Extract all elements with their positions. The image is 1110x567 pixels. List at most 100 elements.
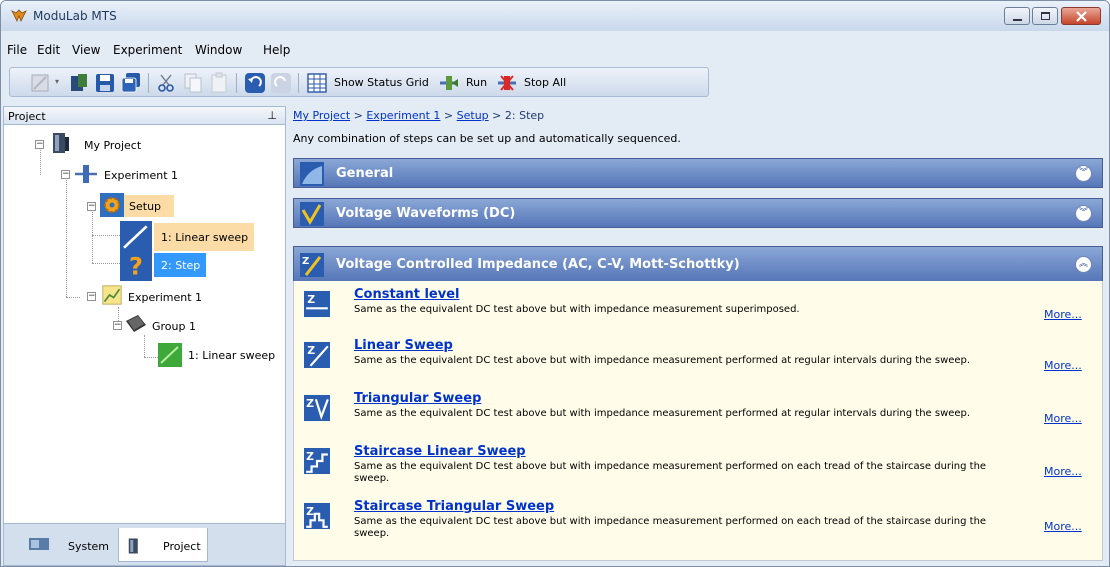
open-icon[interactable]	[68, 72, 90, 94]
linear-sweep-link[interactable]: Linear Sweep	[354, 338, 453, 353]
tree-line	[144, 357, 158, 358]
item-description: Same as the equivalent DC test above but…	[354, 408, 971, 419]
menu-window[interactable]: Window	[195, 43, 242, 57]
breadcrumb-experiment-1[interactable]: Experiment 1	[366, 109, 440, 122]
menu-help[interactable]: Help	[263, 43, 290, 57]
tree-node-step-2[interactable]: 2: Step	[161, 259, 200, 272]
impedance-icon: Z	[300, 253, 324, 277]
breadcrumb-setup[interactable]: Setup	[457, 109, 489, 122]
section-general[interactable]: General ︾	[293, 158, 1103, 188]
close-button[interactable]	[1061, 7, 1101, 25]
tree-line	[66, 297, 80, 298]
more-link[interactable]: More...	[1044, 359, 1082, 372]
project-panel-header: Project ⊥	[4, 107, 285, 125]
toolbar-separator	[148, 73, 149, 93]
tree-node-experiment-1-results[interactable]: Experiment 1	[128, 291, 202, 304]
tab-system[interactable]: System	[24, 528, 116, 562]
setup-gear-icon	[100, 193, 124, 217]
menu-view[interactable]: View	[72, 43, 100, 57]
tab-project[interactable]: Project	[118, 528, 208, 562]
save-icon[interactable]	[94, 72, 116, 94]
section-voltage-controlled-impedance[interactable]: Z Voltage Controlled Impedance (AC, C-V,…	[293, 246, 1103, 282]
experiment-icon	[75, 165, 97, 183]
constant-level-link[interactable]: Constant level	[354, 287, 459, 302]
breadcrumb: My Project > Experiment 1 > Setup > 2: S…	[293, 109, 544, 122]
tab-system-label: System	[68, 540, 110, 553]
minimize-button[interactable]	[1004, 7, 1030, 25]
svg-text:Z: Z	[302, 256, 309, 267]
more-link[interactable]: More...	[1044, 520, 1082, 533]
stop-all-icon[interactable]	[496, 72, 518, 94]
list-item: Z Linear Sweep Same as the equivalent DC…	[294, 338, 1104, 388]
tree-node-group-1[interactable]: Group 1	[152, 320, 196, 333]
collapse-toggle[interactable]: −	[35, 140, 44, 149]
collapse-toggle[interactable]: −	[87, 292, 96, 301]
pin-icon[interactable]: ⊥	[267, 109, 277, 122]
paste-icon[interactable]	[208, 72, 230, 94]
window-title: ModuLab MTS	[33, 9, 117, 23]
show-status-grid-button[interactable]: Show Status Grid	[334, 76, 429, 89]
item-description: Same as the equivalent DC test above but…	[354, 516, 987, 539]
collapse-toggle[interactable]: −	[87, 202, 96, 211]
status-grid-icon[interactable]	[306, 72, 328, 94]
tree-node-group-step-1[interactable]: 1: Linear sweep	[188, 349, 275, 362]
toolbar-separator	[298, 73, 299, 93]
minimize-icon	[1013, 19, 1022, 21]
more-link[interactable]: More...	[1044, 465, 1082, 478]
section-voltage-controlled-impedance-title: Voltage Controlled Impedance (AC, C-V, M…	[336, 257, 740, 272]
app-window: ModuLab MTS File Edit View Experiment Wi…	[0, 0, 1110, 567]
system-icon	[29, 538, 49, 550]
project-panel-title: Project	[8, 110, 46, 123]
list-item: Z Constant level Same as the equivalent …	[294, 287, 1104, 337]
close-icon	[1076, 11, 1087, 22]
section-voltage-waveforms[interactable]: Voltage Waveforms (DC) ︾	[293, 198, 1103, 228]
collapse-chevron-icon[interactable]: ︽	[1075, 256, 1092, 273]
staircase-triangular-sweep-link[interactable]: Staircase Triangular Sweep	[354, 499, 554, 514]
stop-all-button[interactable]: Stop All	[524, 76, 566, 89]
item-description: Same as the equivalent DC test above but…	[354, 304, 800, 315]
dropdown-arrow-icon[interactable]: ▾	[55, 77, 59, 86]
maximize-button[interactable]	[1032, 7, 1058, 25]
menu-experiment[interactable]: Experiment	[113, 43, 182, 57]
svg-text:Z: Z	[307, 344, 315, 357]
new-step-icon[interactable]	[30, 72, 52, 94]
tree-node-experiment-1[interactable]: Experiment 1	[104, 169, 178, 182]
tree-node-step-1[interactable]: 1: Linear sweep	[161, 231, 248, 244]
breadcrumb-separator: >	[350, 109, 367, 122]
list-item: Z Staircase Triangular Sweep Same as the…	[294, 499, 1104, 549]
run-icon[interactable]	[438, 72, 460, 94]
tree-line	[40, 145, 41, 175]
staircase-linear-sweep-link[interactable]: Staircase Linear Sweep	[354, 444, 526, 459]
breadcrumb-separator: >	[488, 109, 505, 122]
section-voltage-waveforms-title: Voltage Waveforms (DC)	[336, 206, 516, 221]
cut-icon[interactable]	[156, 72, 178, 94]
redo-icon[interactable]	[270, 72, 292, 94]
svg-text:Z: Z	[306, 397, 314, 410]
tree-node-my-project[interactable]: My Project	[84, 139, 141, 152]
more-link[interactable]: More...	[1044, 412, 1082, 425]
linear-sweep-icon: Z	[304, 342, 330, 368]
project-panel: Project ⊥ − My Project − Experiment 1 − …	[3, 106, 286, 566]
menu-bar: File Edit View Experiment Window Help	[1, 39, 1109, 59]
tab-project-label: Project	[163, 540, 201, 553]
menu-file[interactable]: File	[7, 43, 27, 57]
collapse-toggle[interactable]: −	[113, 321, 122, 330]
expand-chevron-icon[interactable]: ︾	[1075, 205, 1092, 222]
breadcrumb-my-project[interactable]: My Project	[293, 109, 350, 122]
collapse-toggle[interactable]: −	[61, 170, 70, 179]
expand-chevron-icon[interactable]: ︾	[1075, 165, 1092, 182]
run-button[interactable]: Run	[466, 76, 487, 89]
toolbar-separator	[236, 73, 237, 93]
triangular-sweep-link[interactable]: Triangular Sweep	[354, 391, 481, 406]
list-item: Z Staircase Linear Sweep Same as the equ…	[294, 444, 1104, 494]
svg-text:Z: Z	[307, 293, 315, 306]
tree-line	[92, 235, 120, 236]
copy-icon[interactable]	[182, 72, 204, 94]
page-description: Any combination of steps can be set up a…	[293, 132, 681, 145]
undo-icon[interactable]	[244, 72, 266, 94]
save-all-icon[interactable]	[120, 72, 142, 94]
more-link[interactable]: More...	[1044, 308, 1082, 321]
tree-node-setup[interactable]: Setup	[129, 200, 161, 213]
menu-edit[interactable]: Edit	[37, 43, 60, 57]
app-logo-icon	[11, 9, 27, 22]
